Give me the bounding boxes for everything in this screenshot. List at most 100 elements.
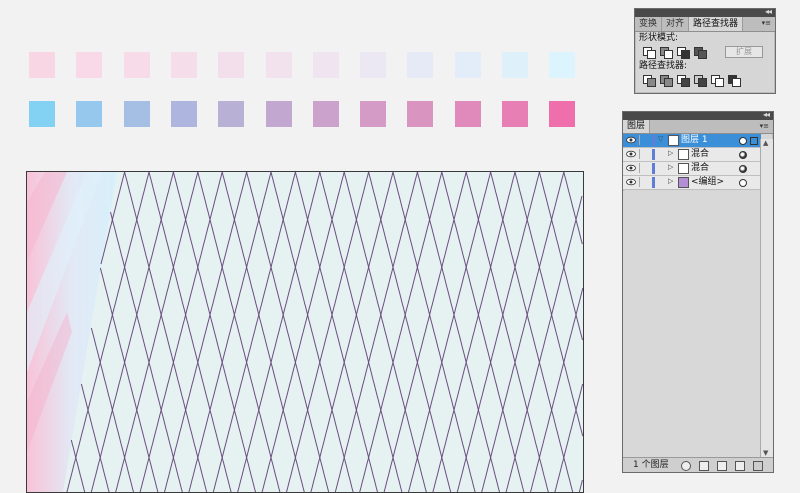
lock-toggle[interactable] — [639, 135, 650, 145]
color-swatch[interactable] — [549, 52, 576, 78]
layers-title-bar[interactable]: ◂◂ — [623, 110, 773, 120]
collapsed-triangle-icon[interactable]: ▷ — [668, 149, 673, 157]
grid-line — [505, 195, 583, 492]
grid-line — [456, 172, 540, 492]
layer-row[interactable]: ▷ 混合 — [623, 162, 761, 176]
grid-line — [310, 172, 394, 492]
color-swatch[interactable] — [549, 101, 576, 127]
crop-icon[interactable] — [694, 74, 707, 87]
color-swatch[interactable] — [76, 101, 103, 127]
collapse-arrows-icon[interactable]: ◂◂ — [765, 7, 772, 16]
color-swatch[interactable] — [123, 52, 150, 78]
layer-row[interactable]: ▽ 图层 1 — [623, 134, 761, 148]
scroll-up-icon[interactable]: ▲ — [763, 139, 768, 147]
layer-list-empty-area — [623, 191, 761, 457]
divide-icon[interactable] — [643, 74, 656, 87]
target-circle-icon[interactable] — [739, 151, 747, 159]
layer-color-bar — [652, 163, 655, 174]
grid-line — [383, 172, 467, 492]
color-swatch[interactable] — [454, 52, 481, 78]
layers-tabs: 图层 ▾≡ — [623, 120, 773, 134]
tab-align[interactable]: 对齐 — [662, 17, 690, 31]
grid-line — [115, 172, 199, 492]
shape-modes-label: 形状模式: — [639, 33, 679, 43]
color-swatch[interactable] — [29, 101, 55, 127]
tab-layers[interactable]: 图层 — [623, 120, 651, 133]
color-swatch[interactable] — [265, 52, 292, 78]
color-swatch[interactable] — [265, 101, 292, 127]
lock-toggle[interactable] — [639, 177, 650, 187]
layer-row[interactable]: ▷ 混合 — [623, 148, 761, 162]
collapse-arrows-icon[interactable]: ◂◂ — [763, 110, 770, 119]
color-swatch[interactable] — [454, 101, 481, 127]
diamond-grid-lines — [66, 172, 583, 492]
intersect-icon[interactable] — [677, 46, 690, 59]
target-circle-icon[interactable] — [739, 179, 747, 187]
grid-line — [237, 172, 321, 492]
locate-object-icon[interactable] — [681, 461, 691, 471]
collapsed-triangle-icon[interactable]: ▷ — [668, 177, 673, 185]
pathfinders-row — [635, 72, 775, 88]
lock-toggle[interactable] — [639, 149, 650, 159]
layer-color-bar — [652, 177, 655, 188]
diamond-grid-artwork — [27, 172, 583, 492]
unite-icon[interactable] — [643, 46, 656, 59]
collapsed-triangle-icon[interactable]: ▷ — [668, 163, 673, 171]
clipping-mask-icon[interactable] — [699, 461, 709, 471]
layer-name[interactable]: 图层 1 — [681, 134, 708, 147]
layer-name[interactable]: 混合 — [691, 162, 709, 175]
trim-icon[interactable] — [660, 74, 673, 87]
color-swatch[interactable] — [76, 52, 103, 78]
blend-thumb — [678, 149, 689, 160]
color-swatch[interactable] — [170, 52, 197, 78]
layer-name[interactable]: <编组> — [691, 176, 724, 189]
outline-icon[interactable] — [711, 74, 724, 87]
visibility-eye-icon[interactable] — [626, 136, 636, 144]
expand-button[interactable]: 扩展 — [725, 46, 763, 58]
minus-front-icon[interactable] — [660, 46, 673, 59]
grid-line — [578, 479, 583, 492]
layers-panel: ◂◂ 图层 ▾≡ ▽ 图层 1 ▷ 混合 ▷ 混合 ▷ <编组> ▲ ▼ 1 个图层 — [622, 110, 774, 473]
color-swatch[interactable] — [218, 101, 245, 127]
grid-line — [359, 172, 443, 492]
tab-transform[interactable]: 变换 — [635, 17, 663, 31]
color-swatch[interactable] — [407, 101, 434, 127]
layer-row[interactable]: ▷ <编组> — [623, 176, 761, 190]
visibility-eye-icon[interactable] — [626, 178, 636, 186]
visibility-eye-icon[interactable] — [626, 164, 636, 172]
color-swatch[interactable] — [123, 101, 150, 127]
grid-line — [261, 172, 345, 492]
panel-menu-icon[interactable]: ▾≡ — [760, 122, 769, 130]
selection-indicator — [750, 137, 758, 145]
color-swatch[interactable] — [218, 52, 245, 78]
lock-toggle[interactable] — [639, 163, 650, 173]
new-sublayer-icon[interactable] — [717, 461, 727, 471]
grid-line — [563, 172, 583, 245]
color-swatch[interactable] — [502, 52, 528, 78]
color-swatch[interactable] — [312, 52, 339, 78]
artboard[interactable] — [26, 171, 584, 493]
layer-name[interactable]: 混合 — [691, 148, 709, 161]
panel-title-bar[interactable]: ◂◂ — [635, 7, 775, 17]
color-swatch[interactable] — [360, 101, 387, 127]
scroll-down-icon[interactable]: ▼ — [763, 449, 768, 457]
color-swatch[interactable] — [407, 52, 434, 78]
layers-scrollbar[interactable]: ▲ ▼ — [760, 139, 773, 457]
new-layer-icon[interactable] — [735, 461, 745, 471]
delete-layer-icon[interactable] — [753, 461, 763, 471]
exclude-icon[interactable] — [694, 46, 707, 59]
color-swatch[interactable] — [502, 101, 528, 127]
color-swatch[interactable] — [312, 101, 339, 127]
color-swatch[interactable] — [170, 101, 197, 127]
minus-back-icon[interactable] — [728, 74, 741, 87]
target-circle-icon[interactable] — [739, 137, 747, 145]
merge-icon[interactable] — [677, 74, 690, 87]
visibility-eye-icon[interactable] — [626, 150, 636, 158]
panel-menu-icon[interactable]: ▾≡ — [762, 19, 771, 27]
color-swatch[interactable] — [360, 52, 387, 78]
expanded-triangle-icon[interactable]: ▽ — [658, 135, 663, 143]
layer-count: 1 个图层 — [633, 460, 669, 470]
target-circle-icon[interactable] — [739, 165, 747, 173]
color-swatch[interactable] — [29, 52, 55, 78]
tab-pathfinder[interactable]: 路径查找器 — [689, 17, 744, 31]
